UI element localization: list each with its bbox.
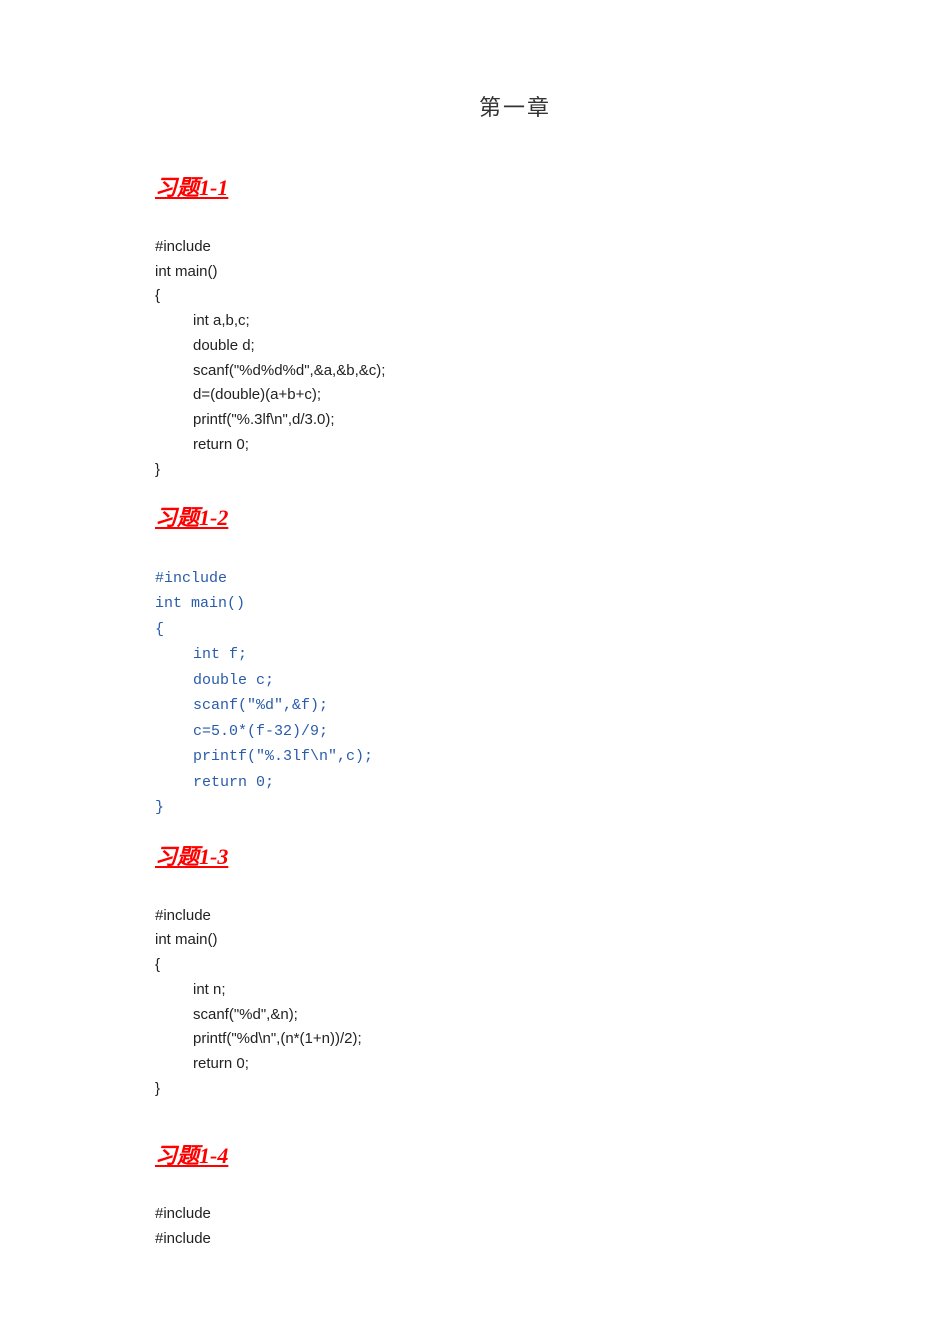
code-line: #include <box>155 1230 211 1247</box>
code-line: #include <box>155 1205 211 1222</box>
code-block-1-1: #include int main() { int a,b,c; double … <box>155 210 875 482</box>
code-line: } <box>155 1080 160 1097</box>
code-line: int a,b,c; <box>155 309 250 334</box>
code-line: } <box>155 461 160 478</box>
code-line: scanf("%d%d%d",&a,&b,&c); <box>155 359 385 384</box>
code-block-1-4: #include #include <box>155 1178 875 1252</box>
code-line: return 0; <box>155 433 249 458</box>
code-line: printf("%.3lf\n",d/3.0); <box>155 408 335 433</box>
code-line: #include <box>155 238 211 255</box>
code-line: return 0; <box>155 770 274 796</box>
code-line: printf("%d\n",(n*(1+n))/2); <box>155 1027 362 1052</box>
code-line: printf("%.3lf\n",c); <box>155 744 373 770</box>
code-line: int main() <box>155 595 245 612</box>
exercise-heading-1-3: 习题1-3 <box>155 839 228 871</box>
code-line: #include <box>155 570 227 587</box>
document-page: 第一章 习题1-1 #include int main() { int a,b,… <box>0 0 945 1292</box>
code-line: int main() <box>155 931 218 948</box>
chapter-title: 第一章 <box>155 90 875 122</box>
code-block-1-3: #include int main() { int n; scanf("%d",… <box>155 879 875 1102</box>
code-line: int f; <box>155 642 247 668</box>
exercise-heading-1-2: 习题1-2 <box>155 500 228 532</box>
code-line: return 0; <box>155 1052 249 1077</box>
code-line: { <box>155 287 160 304</box>
code-line: int main() <box>155 263 218 280</box>
code-block-1-2: #include int main() { int f; double c; s… <box>155 540 875 821</box>
code-line: scanf("%d",&f); <box>155 693 328 719</box>
code-line: #include <box>155 907 211 924</box>
code-line: double c; <box>155 668 274 694</box>
code-line: } <box>155 799 164 816</box>
exercise-heading-1-1: 习题1-1 <box>155 170 228 202</box>
code-line: c=5.0*(f-32)/9; <box>155 719 328 745</box>
code-line: int n; <box>155 978 226 1003</box>
code-line: double d; <box>155 334 255 359</box>
code-line: d=(double)(a+b+c); <box>155 383 321 408</box>
exercise-heading-1-4: 习题1-4 <box>155 1138 228 1170</box>
code-line: { <box>155 621 164 638</box>
code-line: scanf("%d",&n); <box>155 1003 298 1028</box>
code-line: { <box>155 956 160 973</box>
